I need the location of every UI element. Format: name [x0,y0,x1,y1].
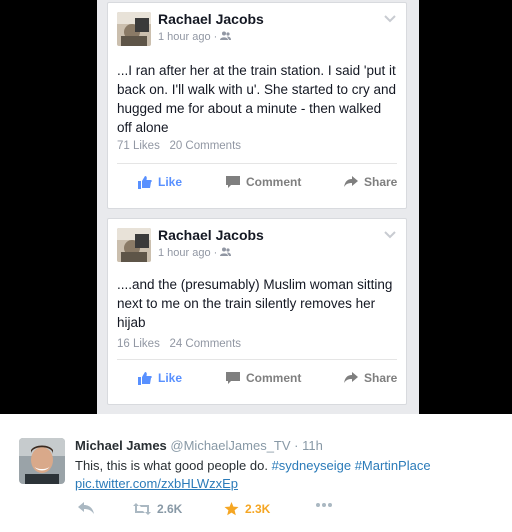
post-text: ...I ran after her at the train station.… [117,63,397,135]
comment-button[interactable]: Comment [226,175,301,189]
comment-label: Comment [246,371,302,385]
likes-count[interactable]: 16 Likes [117,338,160,350]
more-dots-icon [316,503,332,507]
star-icon [224,502,239,516]
post-time[interactable]: 1 hour ago [158,31,211,43]
favorite-count: 2.3K [245,502,271,516]
retweet-icon [133,503,151,515]
post-text: ....and the (presumably) Muslim woman si… [117,277,393,330]
tweet-time[interactable]: 11h [302,438,323,453]
divider [117,163,397,164]
reply-button[interactable] [78,502,94,514]
tweet-text: This, this is what good people do. #sydn… [75,457,495,493]
tweet: Michael James @MichaelJames_TV · 11h Thi… [0,414,512,532]
share-button[interactable]: Share [344,175,397,189]
share-button[interactable]: Share [344,371,397,385]
favorite-button[interactable]: 2.3K [224,502,270,516]
facebook-post: Rachael Jacobs 1 hour ago · ...I ran aft… [107,2,407,209]
tweet-header: Michael James @MichaelJames_TV · 11h [75,438,323,453]
author-avatar [117,228,151,262]
post-time[interactable]: 1 hour ago [158,247,211,259]
avatar[interactable] [19,438,65,484]
share-arrow-icon [344,372,358,383]
post-actions: Like Comment Share [108,371,406,397]
like-button[interactable]: Like [138,175,182,189]
comments-count[interactable]: 24 Comments [169,338,241,350]
share-label: Share [364,371,398,385]
more-button[interactable] [315,502,333,508]
friends-icon [220,31,232,43]
post-meta: 1 hour ago · [158,247,232,259]
author-avatar [117,12,151,46]
post-author[interactable]: Rachael Jacobs [158,227,264,243]
post-actions: Like Comment Share [108,175,406,201]
friends-icon [220,247,232,259]
share-label: Share [364,175,398,189]
post-author[interactable]: Rachael Jacobs [158,11,264,27]
hashtag-link[interactable]: #MartinPlace [355,458,431,473]
divider [117,359,397,360]
likes-count[interactable]: 71 Likes [117,140,160,152]
chevron-down-icon[interactable] [384,231,396,239]
facebook-feed: Rachael Jacobs 1 hour ago · ...I ran aft… [97,0,419,414]
user-name[interactable]: Michael James [75,438,167,453]
hashtag-link[interactable]: #sydneyseige [272,458,352,473]
chevron-down-icon[interactable] [384,15,396,23]
embedded-screenshot: Rachael Jacobs 1 hour ago · ...I ran aft… [0,0,512,414]
comment-icon [226,176,240,188]
user-handle[interactable]: @MichaelJames_TV [170,438,290,453]
post-counts: 71 Likes 20 Comments [117,140,241,152]
comments-count[interactable]: 20 Comments [169,140,241,152]
retweet-button[interactable]: 2.6K [133,502,182,516]
post-counts: 16 Likes 24 Comments [117,338,241,350]
meta-separator: · [213,247,218,259]
meta-separator: · [213,31,218,43]
header-separator: · [294,438,299,453]
retweet-count: 2.6K [157,502,183,516]
like-label: Like [158,175,183,189]
comment-icon [226,372,240,384]
reply-icon [78,502,94,514]
thumbs-up-icon [138,371,152,385]
like-label: Like [158,371,183,385]
share-arrow-icon [344,176,358,187]
media-link[interactable]: pic.twitter.com/zxbHLWzxEp [75,476,238,491]
facebook-post: Rachael Jacobs 1 hour ago · ....and the … [107,218,407,405]
like-button[interactable]: Like [138,371,182,385]
comment-button[interactable]: Comment [226,371,301,385]
thumbs-up-icon [138,175,152,189]
comment-label: Comment [246,175,302,189]
post-meta: 1 hour ago · [158,31,232,43]
tweet-body: This, this is what good people do. [75,458,268,473]
